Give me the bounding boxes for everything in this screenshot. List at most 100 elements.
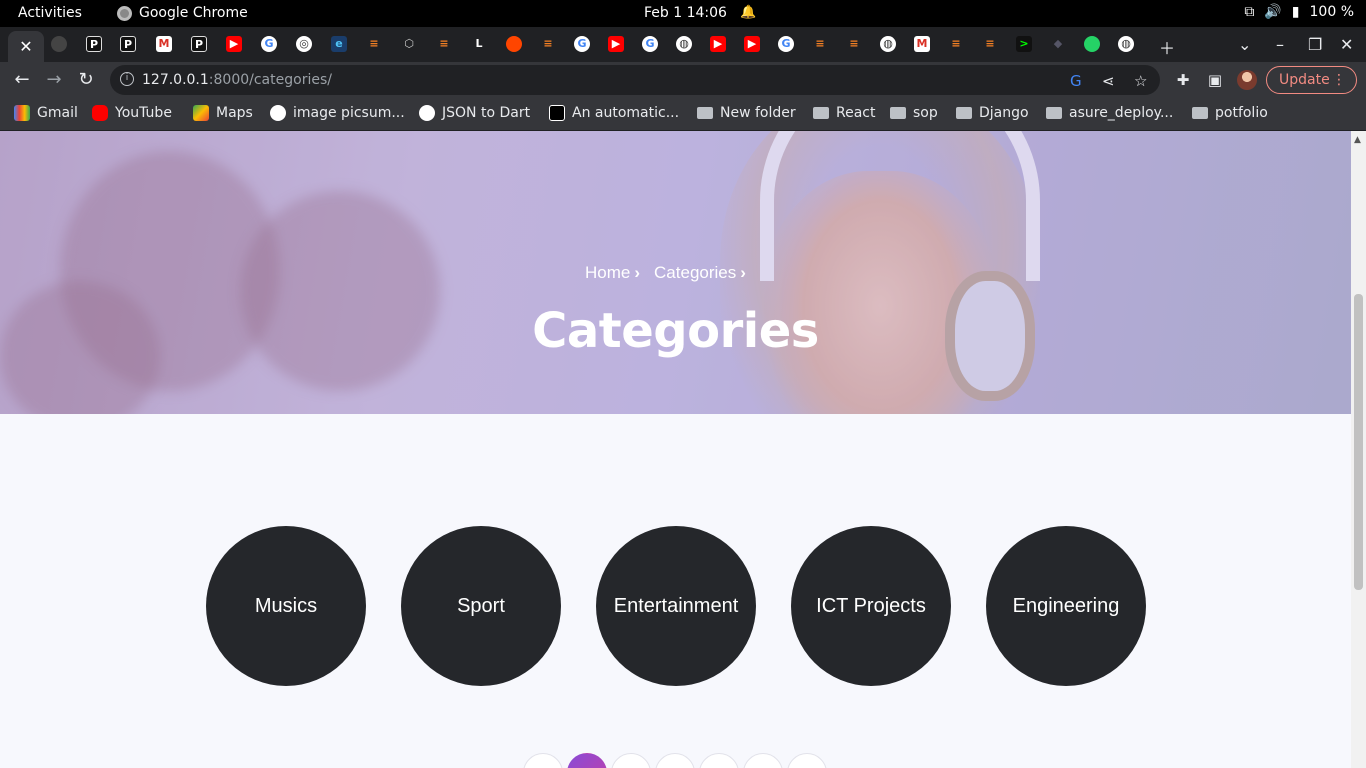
site-info-icon[interactable]: i [120, 72, 134, 86]
stackoverflow-icon[interactable]: ≡ [812, 36, 828, 52]
update-button[interactable]: Update ⋮ [1266, 66, 1357, 94]
cube-icon[interactable]: ⬡ [401, 36, 417, 52]
gmail-icon[interactable]: M [156, 36, 172, 52]
bookmark-label: React [836, 105, 876, 121]
google-icon[interactable]: G [642, 36, 658, 52]
new-tab-icon[interactable]: ＋ [1159, 35, 1175, 59]
whatsapp-icon[interactable] [1084, 36, 1100, 52]
category-circle[interactable]: Musics [206, 526, 366, 686]
bookmark-label: Maps [216, 105, 253, 121]
stackoverflow-icon[interactable]: ≡ [948, 36, 964, 52]
youtube-icon[interactable]: ▶ [744, 36, 760, 52]
category-circle[interactable]: Entertainment [596, 526, 756, 686]
category-circle[interactable]: Sport [401, 526, 561, 686]
system-tray[interactable]: ⧉ 🔊 ▮ 100 % [1244, 4, 1354, 20]
reload-icon[interactable]: ↻ [74, 68, 98, 92]
breadcrumb-home[interactable]: Home › [585, 263, 640, 283]
github-icon[interactable] [51, 36, 67, 52]
bookmark-label: asure_deploy... [1069, 105, 1174, 121]
stackoverflow-icon[interactable]: ≡ [366, 36, 382, 52]
shield-tab-icon[interactable]: ◆ [1050, 36, 1066, 52]
menu-dots-icon: ⋮ [1332, 72, 1346, 88]
maps-icon [193, 105, 209, 121]
tab-l-icon[interactable]: L [471, 36, 487, 52]
minimize-icon[interactable]: – [1276, 35, 1284, 54]
google-icon[interactable]: G [574, 36, 590, 52]
google-lens-icon[interactable]: G [1070, 72, 1082, 90]
side-panel-icon[interactable]: ▣ [1203, 68, 1227, 92]
category-circle[interactable]: Engineering [986, 526, 1146, 686]
page-scrollbar[interactable]: ▲ [1351, 131, 1366, 768]
profile-avatar[interactable] [1237, 70, 1257, 90]
breadcrumb: Home › Categories › [585, 263, 746, 283]
bookmark-label: JSON to Dart [442, 105, 531, 121]
stackoverflow-icon[interactable]: ≡ [846, 36, 862, 52]
bookmark-folder-new[interactable]: New folder [697, 105, 796, 121]
address-bar[interactable]: i 127.0.0.1:8000/categories/ G ⋖ ☆ [110, 65, 1160, 95]
pagination-button-active[interactable] [567, 753, 607, 768]
bookmark-star-icon[interactable]: ☆ [1134, 72, 1147, 90]
pagination-button[interactable] [611, 753, 651, 768]
activities-button[interactable]: Activities [18, 5, 82, 21]
youtube-icon[interactable]: ▶ [608, 36, 624, 52]
pagination-button[interactable] [523, 753, 563, 768]
tab-search-icon[interactable]: ⌄ [1238, 35, 1251, 54]
category-circle[interactable]: ICT Projects [791, 526, 951, 686]
active-tab-close-icon[interactable]: ✕ [8, 31, 44, 62]
globe-icon[interactable]: ◍ [1118, 36, 1134, 52]
bookmark-label: YouTube [115, 105, 172, 121]
bookmark-label: image picsum... [293, 105, 405, 121]
breadcrumb-home-label: Home [585, 263, 631, 282]
youtube-icon[interactable]: ▶ [226, 36, 242, 52]
tab-p-icon[interactable]: P [86, 36, 102, 52]
pagination-button[interactable] [743, 753, 783, 768]
stackoverflow-icon[interactable]: ≡ [436, 36, 452, 52]
youtube-icon[interactable]: ▶ [710, 36, 726, 52]
forward-icon[interactable]: → [42, 68, 66, 92]
extensions-icon[interactable]: ✚ [1171, 68, 1195, 92]
pagination-button[interactable] [699, 753, 739, 768]
scroll-up-icon[interactable]: ▲ [1354, 135, 1361, 145]
close-window-icon[interactable]: ✕ [1340, 35, 1353, 54]
url-path: :8000/categories/ [208, 72, 332, 88]
bookmark-json-to-dart[interactable]: JSON to Dart [419, 105, 530, 121]
bookmark-label: Gmail [37, 105, 78, 121]
tab-strip: ✕ P P M P ▶ G ◎ e ≡ ⬡ ≡ L ≡ G ▶ G ◍ ▶ ▶ … [0, 27, 1366, 62]
share-icon[interactable]: ⋖ [1102, 72, 1115, 90]
bookmark-gmail[interactable]: Gmail [14, 105, 78, 121]
tab-p-icon[interactable]: P [191, 36, 207, 52]
globe-icon[interactable]: ◍ [880, 36, 896, 52]
etf-icon[interactable]: e [331, 36, 347, 52]
bookmark-youtube[interactable]: YouTube [92, 105, 172, 121]
url-text[interactable]: 127.0.0.1:8000/categories/ [142, 72, 332, 88]
clock[interactable]: Feb 1 14:06 [644, 5, 727, 21]
bookmark-folder-asure[interactable]: asure_deploy... [1046, 105, 1173, 121]
back-icon[interactable]: ← [10, 68, 34, 92]
scrollbar-thumb[interactable] [1354, 294, 1363, 590]
network-icon: ⧉ [1244, 4, 1255, 20]
maximize-icon[interactable]: ❐ [1308, 35, 1322, 54]
stackoverflow-icon[interactable]: ≡ [982, 36, 998, 52]
bookmark-maps[interactable]: Maps [193, 105, 253, 121]
app-menu[interactable]: Google Chrome [117, 5, 248, 21]
stackoverflow-icon[interactable]: ≡ [540, 36, 556, 52]
bookmark-folder-django[interactable]: Django [956, 105, 1029, 121]
pagination-button[interactable] [787, 753, 827, 768]
pagination-button[interactable] [655, 753, 695, 768]
bookmark-folder-potfolio[interactable]: potfolio [1192, 105, 1268, 121]
bookmark-picsum[interactable]: image picsum... [270, 105, 405, 121]
reddit-icon[interactable] [506, 36, 522, 52]
globe-icon[interactable]: ◍ [676, 36, 692, 52]
google-icon[interactable]: G [778, 36, 794, 52]
gmail-icon [14, 105, 30, 121]
bookmark-label: New folder [720, 105, 796, 121]
terminal-icon[interactable]: > [1016, 36, 1032, 52]
bookmark-folder-react[interactable]: React [813, 105, 875, 121]
bookmark-folder-sop[interactable]: sop [890, 105, 938, 121]
bookmark-medium[interactable]: An automatic... [549, 105, 679, 121]
battery-level: 100 % [1309, 4, 1354, 20]
chrome-tab-icon[interactable]: ◎ [296, 36, 312, 52]
tab-p-icon[interactable]: P [120, 36, 136, 52]
google-icon[interactable]: G [261, 36, 277, 52]
gmail-icon[interactable]: M [914, 36, 930, 52]
